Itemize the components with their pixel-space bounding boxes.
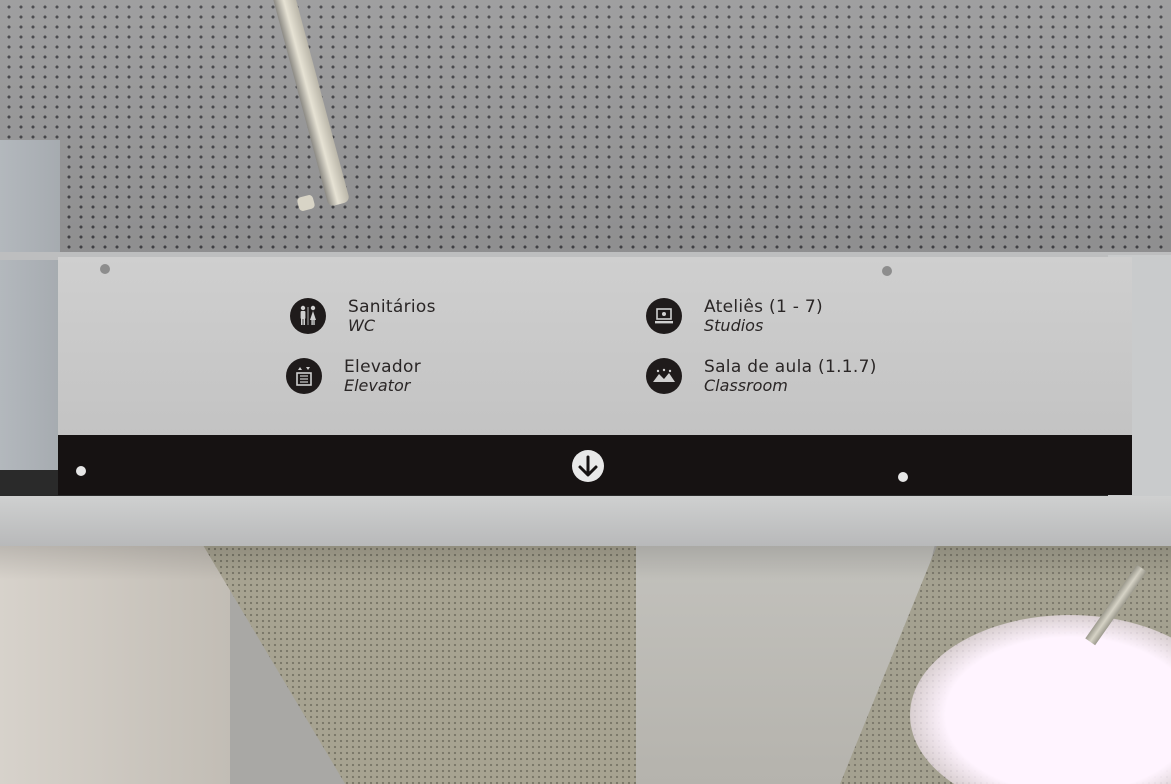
sign-entry-elevator: Elevador Elevator <box>286 358 421 394</box>
arrow-down-icon <box>572 450 604 482</box>
classroom-icon <box>646 358 682 394</box>
wayfinding-sign <box>58 257 1132 437</box>
screw <box>898 472 908 482</box>
sign-beam <box>0 496 1171 546</box>
elevator-icon <box>286 358 322 394</box>
photo-scene: Sanitários WC Elevador Elevator Ateliês … <box>0 0 1171 784</box>
screw <box>76 466 86 476</box>
left-wall <box>0 140 60 470</box>
entry-label: Sanitários <box>348 296 436 317</box>
entry-label: Ateliês (1 - 7) <box>704 296 823 317</box>
sign-entry-restrooms: Sanitários WC <box>290 298 436 334</box>
screw <box>882 266 892 276</box>
sign-entry-studios: Ateliês (1 - 7) Studios <box>646 298 823 334</box>
screw <box>100 264 110 274</box>
entry-translation: WC <box>348 315 375 335</box>
entry-label: Elevador <box>344 356 421 377</box>
entry-translation: Studios <box>704 315 764 335</box>
sign-entry-classroom: Sala de aula (1.1.7) Classroom <box>646 358 877 394</box>
entry-label: Sala de aula (1.1.7) <box>704 356 877 377</box>
entry-translation: Elevator <box>344 375 411 395</box>
restroom-icon <box>290 298 326 334</box>
entry-translation: Classroom <box>704 375 788 395</box>
studio-icon <box>646 298 682 334</box>
